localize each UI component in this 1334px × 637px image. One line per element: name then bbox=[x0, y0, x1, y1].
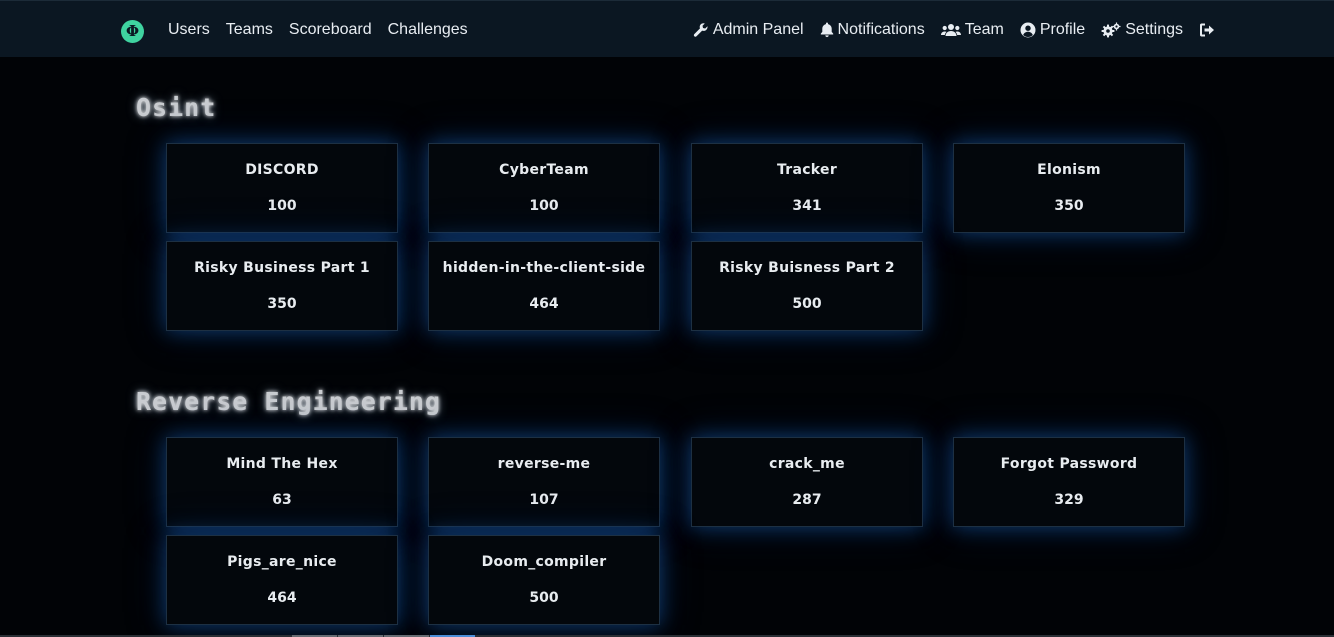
challenge-card[interactable]: Elonism 350 bbox=[953, 143, 1185, 233]
challenge-name: Doom_compiler bbox=[481, 554, 607, 570]
category-title-osint: Osint bbox=[136, 93, 217, 122]
challenge-name: crack_me bbox=[769, 456, 845, 472]
challenge-card[interactable]: DISCORD 100 bbox=[166, 143, 398, 233]
challenge-points: 341 bbox=[792, 198, 822, 214]
category-title-reverse-engineering: Reverse Engineering bbox=[136, 387, 441, 416]
challenge-name: Risky Buisness Part 2 bbox=[719, 260, 895, 276]
users-icon bbox=[940, 23, 961, 36]
challenge-name: reverse-me bbox=[497, 456, 591, 472]
user-circle-icon bbox=[1020, 22, 1036, 37]
challenge-name: Elonism bbox=[1037, 162, 1101, 178]
nav-notifications[interactable]: Notifications bbox=[820, 21, 925, 39]
challenge-name: Tracker bbox=[776, 162, 838, 178]
challenge-points: 63 bbox=[272, 492, 292, 508]
nav-admin-panel[interactable]: Admin Panel bbox=[693, 21, 804, 39]
challenge-points: 350 bbox=[267, 296, 297, 312]
challenge-card[interactable]: crack_me 287 bbox=[691, 437, 923, 527]
nav-logout[interactable] bbox=[1199, 22, 1219, 38]
challenge-card[interactable]: Pigs_are_nice 464 bbox=[166, 535, 398, 625]
nav-right-links: Admin Panel Notifications Team Profile S… bbox=[677, 1, 1219, 58]
nav-notifications-label: Notifications bbox=[837, 20, 925, 38]
wrench-icon bbox=[693, 22, 708, 37]
challenge-points: 287 bbox=[792, 492, 822, 508]
challenge-card[interactable]: Tracker 341 bbox=[691, 143, 923, 233]
logout-icon bbox=[1200, 23, 1214, 36]
gears-icon bbox=[1101, 22, 1121, 37]
nav-link-challenges[interactable]: Challenges bbox=[388, 21, 468, 39]
challenge-points: 350 bbox=[1054, 198, 1084, 214]
challenge-points: 464 bbox=[529, 296, 559, 312]
challenge-card[interactable]: hidden-in-the-client-side 464 bbox=[428, 241, 660, 331]
challenge-points: 100 bbox=[529, 198, 559, 214]
challenge-name: hidden-in-the-client-side bbox=[442, 260, 646, 276]
bell-icon bbox=[820, 22, 833, 37]
challenge-name: DISCORD bbox=[245, 162, 319, 178]
top-navbar: Φ Users Teams Scoreboard Challenges Admi… bbox=[0, 0, 1334, 57]
nav-left-links: Users Teams Scoreboard Challenges bbox=[168, 1, 484, 58]
challenge-card[interactable]: Mind The Hex 63 bbox=[166, 437, 398, 527]
nav-admin-panel-label: Admin Panel bbox=[712, 20, 804, 38]
challenge-name: Pigs_are_nice bbox=[227, 554, 337, 570]
challenge-name: Forgot Password bbox=[1000, 456, 1138, 472]
logo-icon[interactable]: Φ bbox=[121, 20, 144, 43]
challenge-points: 107 bbox=[529, 492, 559, 508]
challenge-name: CyberTeam bbox=[499, 162, 589, 178]
nav-settings-label: Settings bbox=[1125, 20, 1183, 38]
nav-profile-label: Profile bbox=[1039, 20, 1086, 38]
nav-profile[interactable]: Profile bbox=[1020, 21, 1085, 39]
challenge-card[interactable]: Risky Business Part 1 350 bbox=[166, 241, 398, 331]
challenge-card[interactable]: Doom_compiler 500 bbox=[428, 535, 660, 625]
challenge-card[interactable]: Risky Buisness Part 2 500 bbox=[691, 241, 923, 331]
challenge-points: 464 bbox=[267, 590, 297, 606]
challenge-points: 500 bbox=[529, 590, 559, 606]
nav-settings[interactable]: Settings bbox=[1101, 21, 1183, 39]
nav-link-users[interactable]: Users bbox=[168, 21, 210, 39]
challenge-points: 329 bbox=[1054, 492, 1084, 508]
challenge-points: 100 bbox=[267, 198, 297, 214]
nav-link-teams[interactable]: Teams bbox=[226, 21, 273, 39]
nav-team-label: Team bbox=[964, 20, 1004, 38]
challenge-name: Risky Business Part 1 bbox=[194, 260, 370, 276]
challenge-card[interactable]: Forgot Password 329 bbox=[953, 437, 1185, 527]
challenge-card[interactable]: CyberTeam 100 bbox=[428, 143, 660, 233]
challenge-name: Mind The Hex bbox=[226, 456, 338, 472]
nav-team[interactable]: Team bbox=[940, 20, 1004, 39]
challenge-card[interactable]: reverse-me 107 bbox=[428, 437, 660, 527]
challenge-points: 500 bbox=[792, 296, 822, 312]
nav-link-scoreboard[interactable]: Scoreboard bbox=[289, 21, 372, 39]
